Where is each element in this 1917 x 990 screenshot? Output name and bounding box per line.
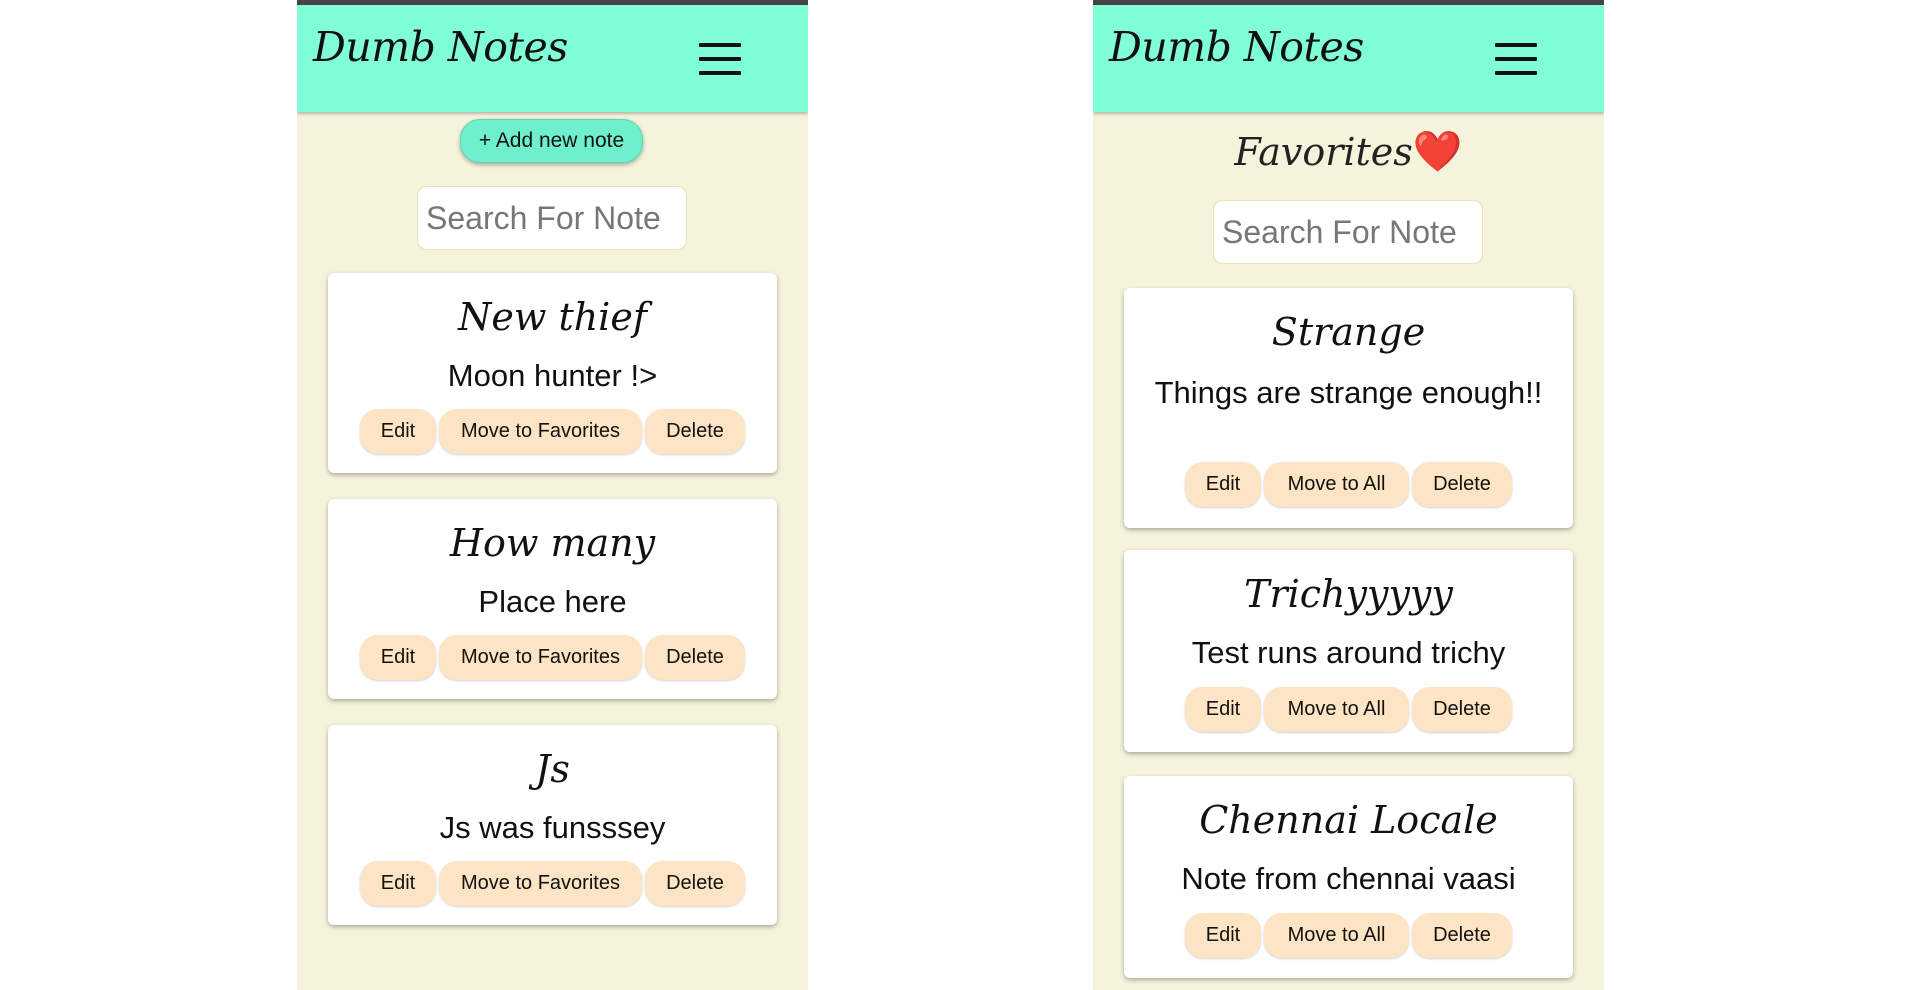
note-card: Trichyyyyy Test runs around trichy Edit … xyxy=(1124,550,1573,752)
note-actions: Edit Move to Favorites Delete xyxy=(328,409,777,454)
note-actions: Edit Move to All Delete xyxy=(1124,913,1573,958)
delete-button[interactable]: Delete xyxy=(645,409,745,454)
edit-button[interactable]: Edit xyxy=(360,861,436,906)
app-bar: Dumb Notes xyxy=(297,0,808,112)
delete-button[interactable]: Delete xyxy=(1412,913,1512,958)
delete-button[interactable]: Delete xyxy=(1412,462,1512,507)
move-to-all-button[interactable]: Move to All xyxy=(1264,462,1409,507)
note-title: Chennai Locale xyxy=(1199,798,1498,842)
move-to-all-button[interactable]: Move to All xyxy=(1264,913,1409,958)
edit-button[interactable]: Edit xyxy=(1185,913,1261,958)
note-body: Things are strange enough!! xyxy=(1154,375,1543,410)
note-card: New thief Moon hunter !> Edit Move to Fa… xyxy=(328,273,777,473)
note-actions: Edit Move to All Delete xyxy=(1124,687,1573,732)
all-notes-screen: Dumb Notes + Add new note New thief Moon… xyxy=(297,0,808,990)
edit-button[interactable]: Edit xyxy=(360,409,436,454)
note-body: Moon hunter !> xyxy=(447,358,658,393)
search-input[interactable] xyxy=(1213,200,1483,264)
search-input[interactable] xyxy=(417,186,687,250)
move-to-favorites-button[interactable]: Move to Favorites xyxy=(439,635,642,680)
move-to-all-button[interactable]: Move to All xyxy=(1264,687,1409,732)
favorites-heading: Favorites xyxy=(1234,130,1413,174)
note-card: How many Place here Edit Move to Favorit… xyxy=(328,499,777,699)
add-new-note-button[interactable]: + Add new note xyxy=(460,119,643,163)
app-brand: Dumb Notes xyxy=(1109,23,1364,71)
app-bar: Dumb Notes xyxy=(1093,0,1604,112)
note-title: How many xyxy=(449,521,656,565)
note-actions: Edit Move to All Delete xyxy=(1124,462,1573,507)
heart-icon: ❤️ xyxy=(1412,129,1463,175)
hamburger-menu-icon[interactable] xyxy=(699,43,741,75)
app-brand: Dumb Notes xyxy=(313,23,568,71)
edit-button[interactable]: Edit xyxy=(1185,462,1261,507)
note-actions: Edit Move to Favorites Delete xyxy=(328,635,777,680)
note-title: Js xyxy=(535,747,570,791)
move-to-favorites-button[interactable]: Move to Favorites xyxy=(439,409,642,454)
note-card: Strange Things are strange enough!! Edit… xyxy=(1124,288,1573,528)
note-body: Place here xyxy=(478,584,627,619)
note-actions: Edit Move to Favorites Delete xyxy=(328,861,777,906)
page-title: Favorites❤️ xyxy=(1093,128,1604,175)
delete-button[interactable]: Delete xyxy=(645,635,745,680)
note-body: Js was funsssey xyxy=(439,810,666,845)
note-title: New thief xyxy=(458,295,647,339)
hamburger-menu-icon[interactable] xyxy=(1495,43,1537,75)
note-card: Chennai Locale Note from chennai vaasi E… xyxy=(1124,776,1573,978)
favorites-screen: Dumb Notes Favorites❤️ Strange Things ar… xyxy=(1093,0,1604,990)
move-to-favorites-button[interactable]: Move to Favorites xyxy=(439,861,642,906)
note-body: Test runs around trichy xyxy=(1191,635,1506,670)
note-title: Strange xyxy=(1271,310,1426,354)
note-title: Trichyyyyy xyxy=(1244,572,1453,616)
delete-button[interactable]: Delete xyxy=(1412,687,1512,732)
delete-button[interactable]: Delete xyxy=(645,861,745,906)
edit-button[interactable]: Edit xyxy=(1185,687,1261,732)
edit-button[interactable]: Edit xyxy=(360,635,436,680)
note-card: Js Js was funsssey Edit Move to Favorite… xyxy=(328,725,777,925)
note-body: Note from chennai vaasi xyxy=(1181,861,1516,896)
